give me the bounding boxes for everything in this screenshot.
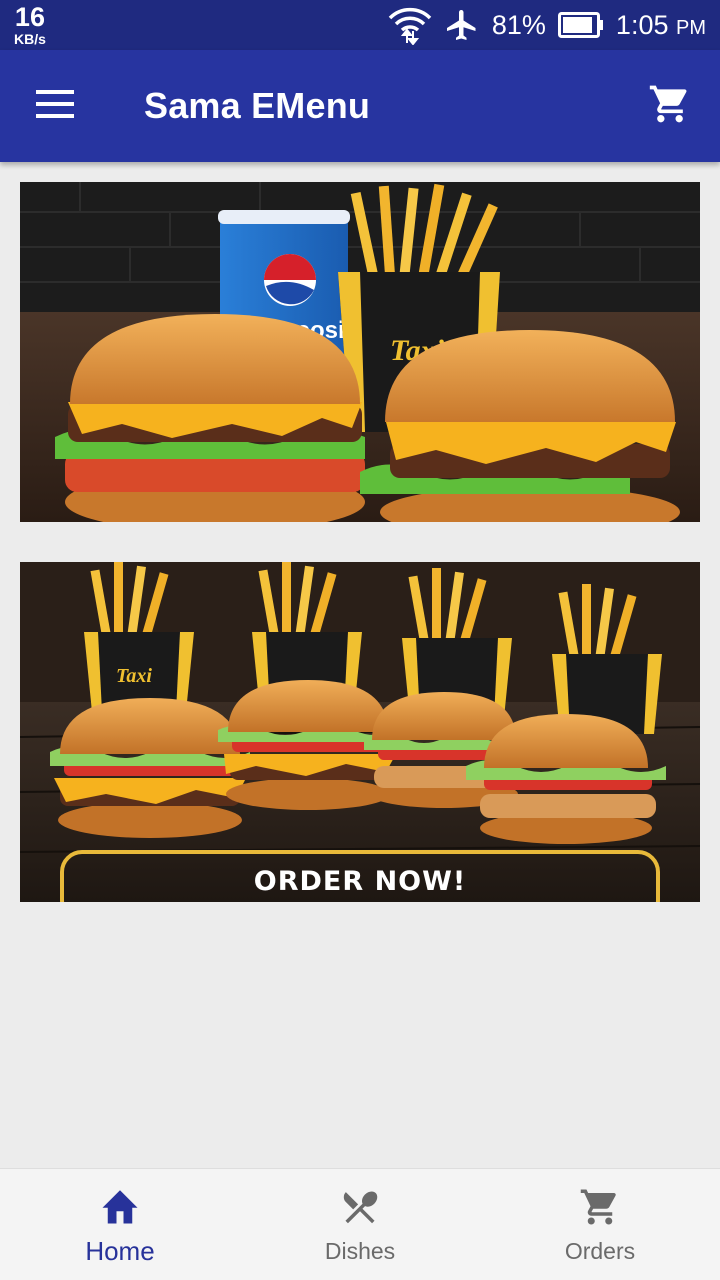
shopping-cart-icon [648, 82, 692, 131]
bottom-navigation: Home Dishes Orders [0, 1168, 720, 1280]
battery-icon [557, 12, 604, 38]
network-speed-value: 16 [14, 2, 45, 32]
nav-orders-label: Orders [564, 1238, 636, 1264]
clock: 1:05 PM [616, 10, 706, 41]
status-icons: 81% 1:05 PM [388, 5, 706, 45]
clock-ampm: PM [676, 16, 706, 39]
nav-orders[interactable]: Orders [480, 1169, 720, 1280]
nav-home-label: Home [85, 1236, 155, 1266]
app-title: Sama EMenu [144, 85, 371, 126]
network-speed-unit: KB/s [14, 31, 46, 47]
shopping-cart-icon [579, 1184, 621, 1228]
promo-banner-1[interactable]: peosi Taxi [20, 182, 700, 522]
wifi-icon [388, 5, 432, 45]
nav-dishes-label: Dishes [324, 1238, 396, 1264]
promo-banner-2[interactable]: Taxi ORDER NOW! [20, 562, 700, 902]
burgers-fries-pepsi-image: peosi Taxi [20, 182, 700, 522]
nav-dishes[interactable]: Dishes [240, 1169, 480, 1280]
cart-button[interactable] [620, 50, 720, 162]
menu-button[interactable] [0, 50, 112, 162]
airplane-mode-icon [444, 7, 480, 43]
home-icon [99, 1182, 141, 1226]
hamburger-menu-icon [36, 89, 76, 123]
order-now-cta[interactable]: ORDER NOW! [60, 850, 660, 902]
app-bar: Sama EMenu [0, 50, 720, 162]
fries-box-brand: Taxi [116, 665, 152, 687]
network-speed: 16 KB/s [14, 2, 46, 47]
clock-time: 1:05 [615, 9, 669, 40]
battery-percent: 81% [491, 9, 546, 40]
nav-home[interactable]: Home [0, 1169, 240, 1280]
status-bar: 16 KB/s 81% 1:05 PM [0, 0, 720, 50]
fork-spoon-icon [339, 1184, 381, 1228]
